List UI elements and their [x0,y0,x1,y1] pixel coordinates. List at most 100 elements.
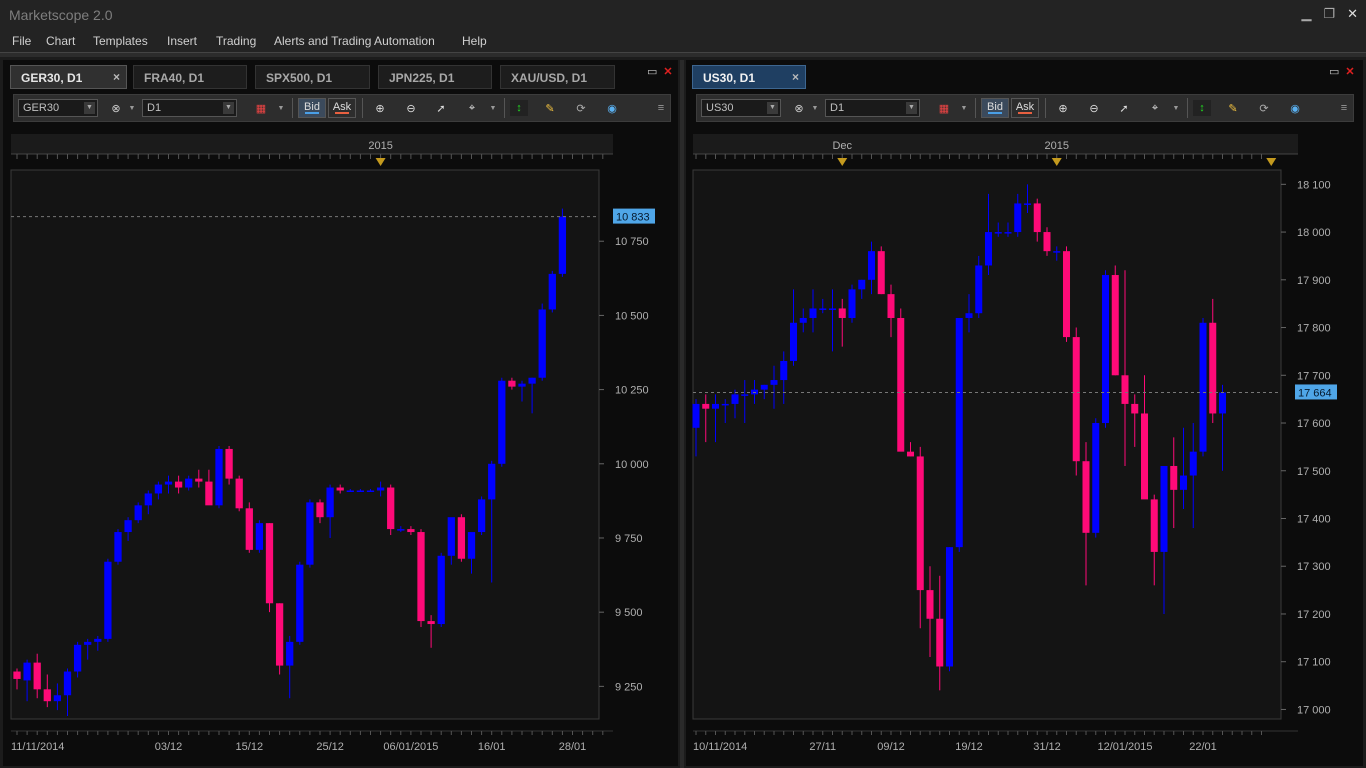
ask-button[interactable]: Ask [328,98,356,118]
menu-chart[interactable]: Chart [46,34,75,48]
candle-bull [809,308,817,318]
candle-bear [457,517,466,559]
zoom-in-icon[interactable]: ⊕ [1054,100,1072,116]
panel-splitter[interactable] [680,60,684,768]
candle-bear [926,590,934,619]
globe-icon[interactable]: ◉ [1286,100,1304,116]
bid-button[interactable]: Bid [981,98,1009,118]
chevron-down-icon[interactable]: ▼ [488,100,498,116]
ger30-chart[interactable]: 9 250 9 500 9 750 10 000 10 250 10 500 10 750 2… [3,126,678,766]
close-tab-icon[interactable]: × [113,70,120,84]
menu-file[interactable]: File [12,34,31,48]
bid-button[interactable]: Bid [298,98,326,118]
chart-type-icon[interactable]: ▦ [935,100,953,116]
y-tick-label: 17 200 [1297,609,1331,621]
chevron-down-icon: ▼ [223,102,234,114]
ger30-candlestick-chart[interactable]: 9 250 9 500 9 750 10 000 10 250 10 500 10 750 2… [3,126,678,766]
toolbar-menu-icon[interactable]: ≡ [1335,100,1353,116]
indicator-icon[interactable]: ↕ [510,100,528,116]
candle-bear [225,448,233,479]
y-tick-label: 17 000 [1297,704,1331,716]
toolbar-divider [975,98,976,118]
menu-separator [0,52,1366,57]
menu-alerts[interactable]: Alerts and Trading Automation [274,34,435,48]
candle-bear [33,662,41,690]
zoom-in-icon[interactable]: ⊕ [371,100,389,116]
tab-label: US30, D1 [703,71,756,85]
candle-bull [488,463,496,500]
link-icon[interactable]: ⊗ [790,100,808,116]
candle-bull [104,561,112,639]
ask-button[interactable]: Ask [1011,98,1039,118]
chevron-down-icon[interactable]: ▼ [959,100,969,116]
candle-bull [770,380,778,385]
symbol-select[interactable]: US30 ▼ [701,99,781,117]
candle-bear [1170,465,1178,490]
us30-chart[interactable]: 17 000 17 100 17 200 17 300 17 400 17 500 17 6… [686,126,1363,766]
chevron-down-icon[interactable]: ▼ [1171,100,1181,116]
note-icon[interactable]: ✎ [541,100,559,116]
candle-bear [906,451,915,457]
maximize-panel-icon[interactable]: ▭ [647,65,657,78]
indicator-icon[interactable]: ↕ [1193,100,1211,116]
crosshair-icon[interactable]: ⌖ [1146,100,1164,116]
tab-fra40[interactable]: FRA40, D1 [133,65,247,89]
refresh-icon[interactable]: ⟳ [572,100,590,116]
toolbar-menu-icon[interactable]: ≡ [652,100,670,116]
menu-help[interactable]: Help [462,34,487,48]
candle-bull [114,532,122,562]
restore-icon[interactable]: ❐ [1323,6,1335,22]
close-panel-icon[interactable]: ✕ [663,65,672,78]
tab-spx500[interactable]: SPX500, D1 [255,65,370,89]
top-tick-label: Dec [832,140,852,152]
candle-bull [73,644,82,672]
chevron-down-icon[interactable]: ▼ [127,100,137,116]
candle-bear [887,294,895,318]
panel-controls: ▭ ✕ [647,65,673,78]
candle-bull [975,265,983,314]
timeframe-value: D1 [830,102,845,114]
current-price-label: 10 833 [616,212,650,224]
zoom-out-icon[interactable]: ⊖ [1085,100,1103,116]
close-panel-icon[interactable]: ✕ [1345,65,1354,78]
tab-xauusd[interactable]: XAU/USD, D1 [500,65,615,89]
timeframe-select[interactable]: D1 ▼ [142,99,237,117]
menu-trading[interactable]: Trading [216,34,256,48]
top-date-strip [11,134,613,154]
chevron-down-icon: ▼ [906,102,917,114]
cursor-icon[interactable]: ➚ [432,100,450,116]
refresh-icon[interactable]: ⟳ [1255,100,1273,116]
link-icon[interactable]: ⊗ [107,100,125,116]
candle-bull [799,317,807,323]
cursor-icon[interactable]: ➚ [1115,100,1133,116]
y-tick-label: 17 100 [1297,657,1331,669]
symbol-select[interactable]: GER30 ▼ [18,99,98,117]
top-tick-label: 2015 [1045,140,1069,152]
y-tick-label: 18 100 [1297,179,1331,191]
candle-bull [955,317,963,548]
x-tick-label: 11/11/2014 [11,741,64,753]
bid-underline [988,112,1002,114]
tab-ger30[interactable]: GER30, D1 × [10,65,127,89]
chevron-down-icon[interactable]: ▼ [810,100,820,116]
menu-insert[interactable]: Insert [167,34,197,48]
tab-label: JPN225, D1 [389,71,455,85]
chevron-down-icon: ▼ [767,102,778,114]
maximize-panel-icon[interactable]: ▭ [1329,65,1339,78]
candle-bull [63,671,72,696]
chart-type-icon[interactable]: ▦ [252,100,270,116]
chevron-down-icon[interactable]: ▼ [276,100,286,116]
timeframe-select[interactable]: D1 ▼ [825,99,920,117]
menu-templates[interactable]: Templates [93,34,148,48]
note-icon[interactable]: ✎ [1224,100,1242,116]
tab-us30[interactable]: US30, D1 × [692,65,806,89]
globe-icon[interactable]: ◉ [603,100,621,116]
crosshair-icon[interactable]: ⌖ [463,100,481,116]
candle-bull [1092,423,1100,533]
us30-candlestick-chart[interactable]: 17 000 17 100 17 200 17 300 17 400 17 500 17 6… [686,126,1363,766]
close-tab-icon[interactable]: × [792,70,799,84]
close-icon[interactable]: ✕ [1347,6,1358,22]
minimize-icon[interactable]: ▁ [1301,6,1311,22]
zoom-out-icon[interactable]: ⊖ [402,100,420,116]
tab-jpn225[interactable]: JPN225, D1 [378,65,492,89]
